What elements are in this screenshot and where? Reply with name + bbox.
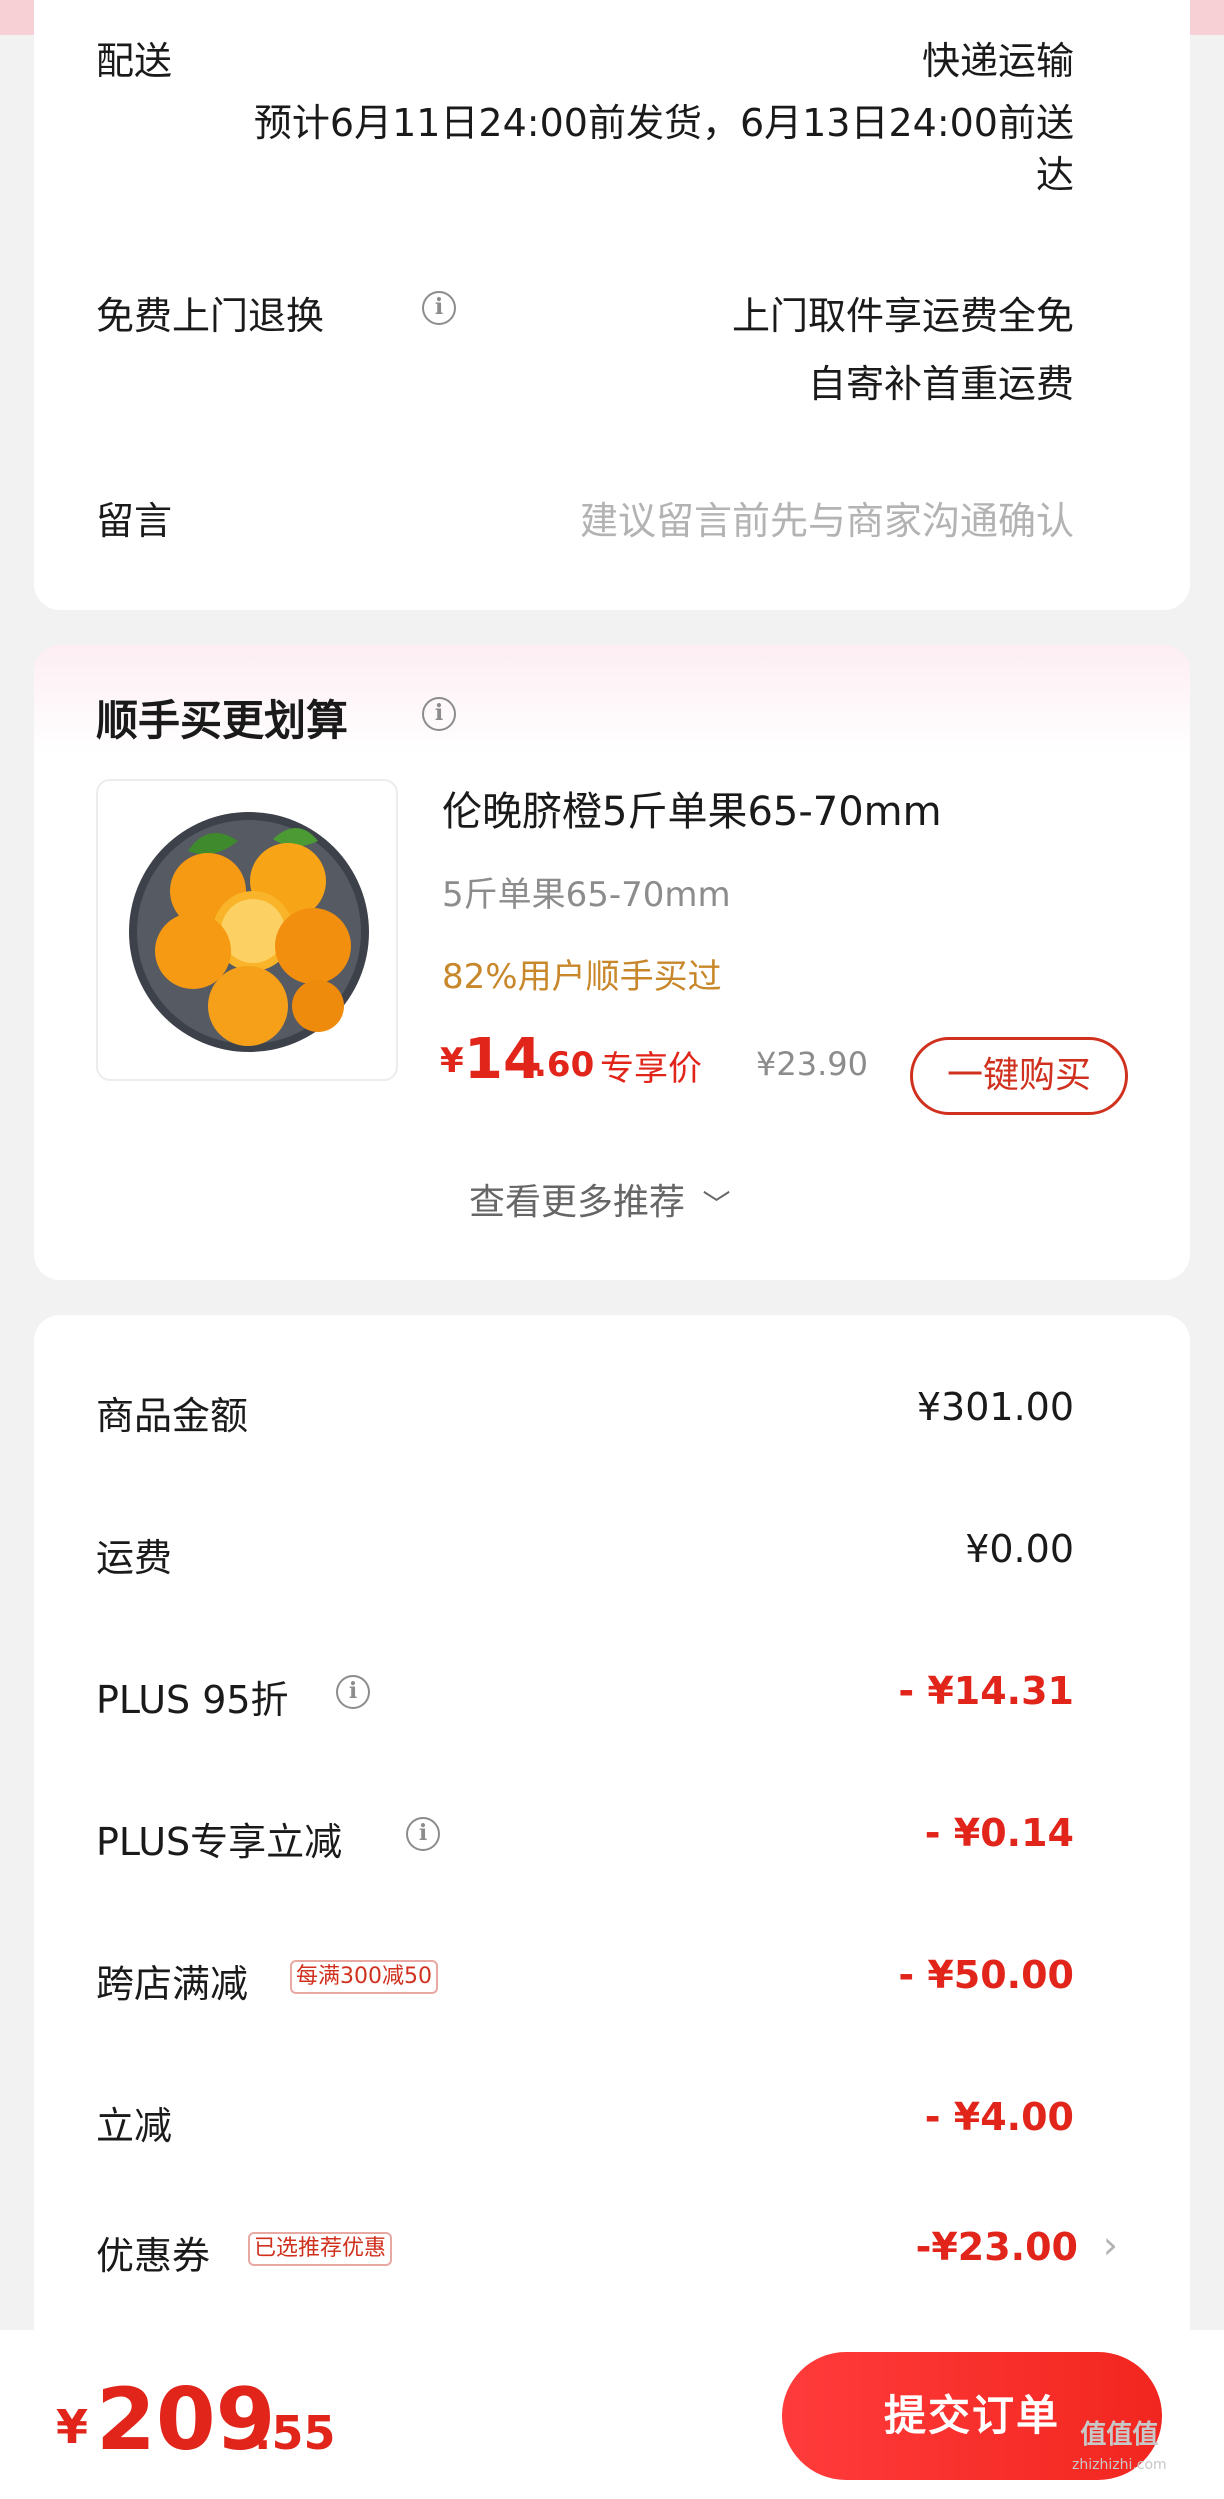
goods-amount-label: 商品金额 bbox=[96, 1394, 249, 1438]
plus-reduction-label: PLUS专享立减 bbox=[96, 1820, 343, 1864]
chevron-right-icon[interactable]: › bbox=[1103, 2223, 1118, 2267]
plus-discount-value: - ¥14.31 bbox=[898, 1669, 1074, 1713]
message-label: 留言 bbox=[96, 499, 173, 543]
total-currency: ¥ bbox=[56, 2400, 89, 2454]
checkout-bar: ¥ 209 .55 提交订单 值值值 zhizhizhi.com bbox=[0, 2330, 1224, 2499]
coupon-tag: 已选推荐优惠 bbox=[248, 2232, 393, 2266]
cross-store-discount-tag: 每满300减50 bbox=[290, 1960, 438, 1994]
total-integer: 209 bbox=[96, 2370, 276, 2470]
instant-reduction-value: - ¥4.00 bbox=[924, 2095, 1074, 2139]
more-recommend-label: 查看更多推荐 bbox=[469, 1182, 686, 1223]
shipping-fee-value: ¥0.00 bbox=[965, 1527, 1074, 1571]
recommend-info-icon[interactable]: i bbox=[422, 697, 456, 731]
social-proof-text: 82%用户顺手买过 bbox=[442, 957, 722, 997]
orange-product-image[interactable] bbox=[96, 779, 398, 1081]
free-return-line1: 上门取件享运费全免 bbox=[731, 294, 1074, 338]
delivery-estimate-line2: 达 bbox=[1035, 153, 1074, 197]
free-return-info-icon[interactable]: i bbox=[422, 291, 456, 325]
free-return-label: 免费上门退换 bbox=[96, 294, 325, 338]
original-price: ¥23.90 bbox=[756, 1045, 868, 1083]
recommend-product-name[interactable]: 伦晚脐橙5斤单果65-70mm bbox=[442, 779, 942, 837]
delivery-estimate-line1: 预计6月11日24:00前发货，6月13日24:00前送 bbox=[253, 101, 1074, 145]
goods-amount-value: ¥301.00 bbox=[916, 1385, 1074, 1429]
watermark-logo: 值值值 zhizhizhi.com bbox=[1072, 2420, 1167, 2480]
watermark-text: 值值值 bbox=[1080, 2420, 1159, 2450]
recommend-card: 顺手买更划算 i 伦晚脐橙5斤单果65-70mm 5斤单果65-70mm 82%… bbox=[34, 645, 1190, 1280]
plus-discount-info-icon[interactable]: i bbox=[336, 1675, 370, 1709]
plus-reduction-info-icon[interactable]: i bbox=[406, 1817, 440, 1851]
message-input[interactable]: 建议留言前先与商家沟通确认 bbox=[580, 490, 1074, 545]
shipping-fee-label: 运费 bbox=[96, 1536, 173, 1580]
cross-store-discount-value: - ¥50.00 bbox=[898, 1953, 1074, 1997]
more-recommend-link[interactable]: 查看更多推荐 ﹀ bbox=[469, 1173, 730, 1225]
cross-store-discount-label: 跨店满减 bbox=[96, 1962, 249, 2006]
plus-discount-label: PLUS 95折 bbox=[96, 1678, 289, 1722]
recommend-product-spec: 5斤单果65-70mm bbox=[442, 875, 731, 915]
instant-reduction-label: 立减 bbox=[96, 2104, 173, 2148]
chevron-down-icon: ﹀ bbox=[702, 1188, 731, 1221]
recommend-title: 顺手买更划算 bbox=[96, 696, 349, 745]
one-click-buy-button[interactable]: 一键购买 bbox=[910, 1037, 1128, 1115]
recommend-price-integer: 14 bbox=[464, 1027, 542, 1092]
delivery-label: 配送 bbox=[96, 39, 173, 83]
exclusive-price-tag: 专享价 bbox=[600, 1049, 702, 1089]
price-summary-card: 商品金额 ¥301.00 运费 ¥0.00 PLUS 95折 i - ¥14.3… bbox=[34, 1315, 1190, 2415]
total-decimal: .55 bbox=[254, 2406, 336, 2460]
plus-reduction-value: - ¥0.14 bbox=[924, 1811, 1074, 1855]
order-options-card: 配送 快递运输 预计6月11日24:00前发货，6月13日24:00前送 达 免… bbox=[34, 0, 1190, 610]
free-return-line2: 自寄补首重运费 bbox=[807, 362, 1074, 406]
delivery-method[interactable]: 快递运输 bbox=[922, 30, 1074, 85]
coupon-value[interactable]: -¥23.00 bbox=[916, 2225, 1078, 2269]
recommend-price-currency: ¥ bbox=[440, 1041, 464, 1081]
coupon-label: 优惠券 bbox=[96, 2234, 211, 2278]
recommend-price-decimal: .60 bbox=[534, 1045, 595, 1085]
watermark-subtext: zhizhizhi.com bbox=[1072, 2457, 1167, 2473]
